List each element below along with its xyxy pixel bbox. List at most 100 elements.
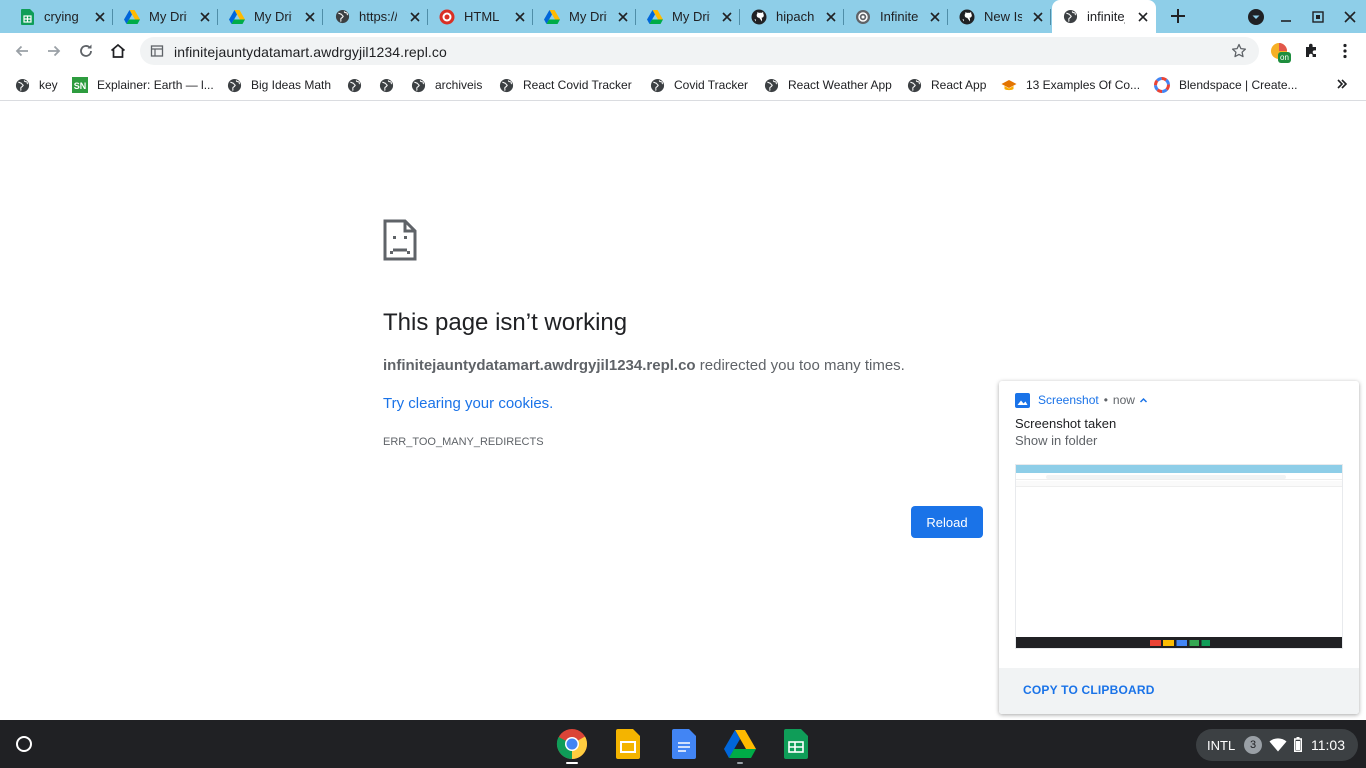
github-icon — [751, 9, 767, 25]
error-title: This page isn’t working — [383, 309, 628, 336]
clock[interactable]: 11:03 — [1311, 737, 1345, 753]
menu-button[interactable] — [1335, 41, 1355, 61]
tab-close-icon[interactable] — [720, 10, 734, 24]
tab-separator — [635, 9, 636, 25]
minimize-icon — [1281, 20, 1291, 22]
tab[interactable]: My Driv — [114, 0, 218, 33]
refresh-icon — [80, 44, 92, 57]
bookmark-label: React Covid Tracker — [523, 78, 632, 92]
notification-separator: • — [1103, 393, 1108, 407]
bookmark-label: React App — [931, 78, 987, 92]
error-detail: infinitejauntydatamart.awdrgyjil1234.rep… — [383, 357, 905, 374]
tab[interactable]: New Iss — [949, 0, 1051, 33]
chrome-app[interactable] — [556, 728, 588, 764]
tab-close-icon[interactable] — [408, 10, 422, 24]
browser-toolbar: infinitejauntydatamart.awdrgyjil1234.rep… — [0, 33, 1366, 69]
google-drive-icon — [724, 730, 756, 758]
tab[interactable]: My Driv — [534, 0, 636, 33]
bookmark-item[interactable]: React Covid Tracker — [498, 76, 632, 94]
back-button[interactable] — [12, 41, 32, 61]
launcher-button[interactable] — [12, 732, 36, 756]
copy-to-clipboard-button[interactable]: COPY TO CLIPBOARD — [1023, 683, 1155, 697]
drive-app[interactable] — [724, 728, 756, 764]
tab[interactable]: hipach — [741, 0, 844, 33]
bookmark-item[interactable]: key — [14, 76, 58, 94]
clear-cookies-link[interactable]: Try clearing your cookies — [383, 395, 549, 412]
tab[interactable]: Infinite — [845, 0, 948, 33]
tab-close-icon[interactable] — [616, 10, 630, 24]
chevron-up-icon[interactable] — [1139, 396, 1148, 405]
bookmark-item[interactable]: React Weather App — [763, 76, 892, 94]
screenshot-thumbnail[interactable] — [1015, 464, 1343, 649]
tab[interactable]: My Driv — [219, 0, 323, 33]
tab-title: New Iss — [984, 9, 1022, 24]
notification-source: Screenshot — [1038, 393, 1099, 407]
system-shelf — [0, 720, 1366, 768]
tab-separator — [1050, 9, 1051, 25]
bookmark-item[interactable]: archiveis — [410, 76, 482, 94]
tab-close-icon[interactable] — [303, 10, 317, 24]
close-window-button[interactable] — [1341, 8, 1359, 26]
forward-button[interactable] — [44, 41, 64, 61]
bookmark-item[interactable]: React App — [906, 76, 986, 94]
bookmark-item[interactable]: 13 Examples Of Co... — [1001, 76, 1140, 94]
tab-title: My Driv — [254, 9, 292, 24]
bookmark-item[interactable]: Covid Tracker — [649, 76, 748, 94]
google-sheets-icon — [784, 729, 808, 759]
google-drive-icon — [647, 9, 663, 25]
bookmark-item[interactable] — [346, 76, 362, 94]
tab-active[interactable]: infinitej — [1052, 0, 1156, 33]
status-area[interactable]: INTL 3 11:03 — [1196, 729, 1358, 761]
tab-separator — [532, 9, 533, 25]
infinite-icon — [855, 9, 871, 25]
bookmark-item[interactable]: Big Ideas Math — [226, 76, 331, 94]
sheets-app[interactable] — [780, 728, 812, 760]
reload-toolbar-button[interactable] — [76, 41, 96, 61]
tab[interactable]: https:// — [324, 0, 428, 33]
tab-title: crying c — [44, 9, 82, 24]
tab-close-icon[interactable] — [93, 10, 107, 24]
running-indicator — [566, 762, 578, 764]
home-icon — [110, 43, 126, 58]
tab[interactable]: crying c — [0, 0, 113, 33]
restore-button[interactable] — [1309, 8, 1327, 26]
more-bookmarks-button[interactable] — [1336, 78, 1348, 90]
home-button[interactable] — [108, 41, 128, 61]
chevron-down-circle-icon — [1248, 9, 1264, 25]
reload-button[interactable]: Reload — [911, 506, 983, 538]
site-info-icon[interactable] — [150, 44, 164, 58]
tab[interactable]: HTML C — [429, 0, 533, 33]
bookmark-item[interactable] — [378, 76, 394, 94]
replit-icon — [439, 9, 455, 25]
tab[interactable]: My Driv — [637, 0, 740, 33]
screenshot-notification[interactable]: Screenshot • now Screenshot taken Show i… — [999, 381, 1359, 714]
extension-button[interactable]: on — [1270, 42, 1292, 64]
minimize-button[interactable] — [1277, 8, 1295, 26]
globe-icon — [226, 77, 242, 93]
tab-close-icon[interactable] — [1136, 10, 1150, 24]
slides-app[interactable] — [612, 728, 644, 760]
bookmark-item[interactable]: SN Explainer: Earth — l... — [72, 76, 214, 94]
chrome-icon — [556, 729, 588, 759]
docs-app[interactable] — [668, 728, 700, 760]
address-bar[interactable]: infinitejauntydatamart.awdrgyjil1234.rep… — [140, 37, 1259, 65]
extensions-button[interactable] — [1302, 41, 1322, 61]
notification-count-badge[interactable]: 3 — [1244, 736, 1262, 754]
new-tab-button[interactable] — [1168, 6, 1188, 26]
tab-title: My Driv — [569, 9, 607, 24]
clear-cookies-period: . — [549, 395, 554, 412]
tab-search-button[interactable] — [1247, 8, 1265, 26]
tab-close-icon[interactable] — [1031, 10, 1045, 24]
input-method-label[interactable]: INTL — [1207, 738, 1235, 753]
tab-close-icon[interactable] — [928, 10, 942, 24]
extension-badge: on — [1278, 52, 1291, 63]
bookmark-item[interactable]: Blendspace | Create... — [1154, 76, 1298, 94]
tab-close-icon[interactable] — [824, 10, 838, 24]
running-indicator-drive — [737, 762, 743, 764]
google-drive-icon — [544, 9, 560, 25]
bookmark-label: Explainer: Earth — l... — [97, 78, 214, 92]
google-drive-icon — [229, 9, 245, 25]
tab-close-icon[interactable] — [513, 10, 527, 24]
bookmark-star-icon[interactable] — [1231, 43, 1247, 59]
tab-close-icon[interactable] — [198, 10, 212, 24]
